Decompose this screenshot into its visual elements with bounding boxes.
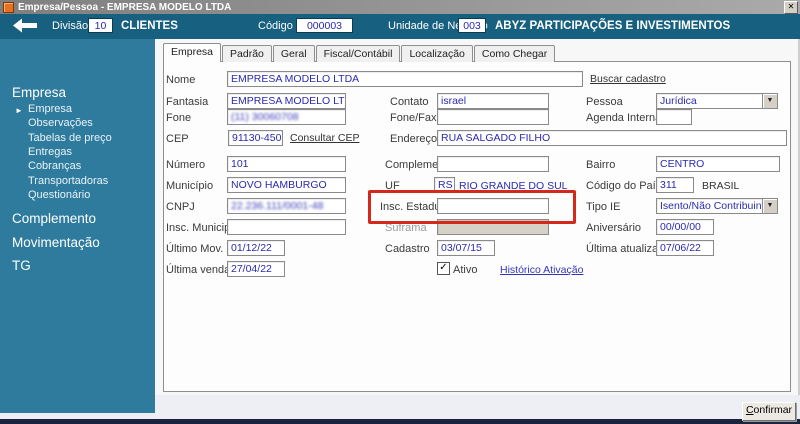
endereco-label: Endereço — [390, 133, 438, 145]
active-item-arrow-icon: ► — [15, 106, 23, 115]
confirmar-label: Confirmar — [745, 404, 793, 416]
divisao-field[interactable]: 10 — [88, 18, 113, 33]
buscar-cadastro-link[interactable]: Buscar cadastro — [590, 73, 666, 85]
agenda-interna-label: Agenda Interna — [586, 112, 662, 124]
footer-strip — [155, 395, 800, 419]
tab-geral[interactable]: Geral — [272, 45, 315, 62]
insc-municipal-field[interactable] — [227, 219, 346, 235]
window-bottom-edge — [0, 419, 800, 424]
sidebar-item-tabelas-de-preco[interactable]: Tabelas de preço — [28, 132, 112, 144]
app-icon — [3, 1, 14, 13]
cnpj-value-redacted: 22.236.111/0001-48 — [231, 200, 324, 212]
sidebar-group-tg[interactable]: TG — [12, 258, 31, 273]
codigo-pais-name-text: BRASIL — [702, 180, 740, 192]
sidebar-group-empresa[interactable]: Empresa — [12, 85, 66, 100]
consultar-cep-link[interactable]: Consultar CEP — [290, 132, 359, 144]
contato-field[interactable]: israel — [437, 93, 549, 109]
numero-field[interactable]: 101 — [227, 156, 346, 172]
numero-label: Número — [166, 159, 206, 171]
municipio-label: Município — [166, 180, 214, 192]
unidade-negocio-field[interactable]: 003 — [458, 18, 486, 33]
cep-field[interactable]: 91130-450 — [228, 130, 283, 146]
nome-field[interactable]: EMPRESA MODELO LTDA — [227, 71, 583, 87]
sidebar-item-transportadoras[interactable]: Transportadoras — [28, 175, 108, 187]
codigo-pais-field[interactable]: 311 — [656, 177, 694, 193]
tab-localizacao[interactable]: Localização — [401, 45, 473, 62]
pessoa-label: Pessoa — [586, 96, 623, 108]
ultima-atualizacao-field[interactable]: 07/06/22 — [656, 240, 714, 256]
fantasia-label: Fantasia — [166, 96, 209, 108]
bairro-field[interactable]: CENTRO — [656, 156, 780, 172]
sidebar-group-movimentacao[interactable]: Movimentação — [12, 235, 100, 250]
divisao-label: Divisão — [52, 20, 89, 32]
municipio-field[interactable]: NOVO HAMBURGO — [227, 177, 346, 193]
tipo-ie-value: Isento/Não Contribuinte — [660, 200, 771, 212]
ultima-venda-field[interactable]: 27/04/22 — [227, 261, 285, 277]
sidebar-item-questionario[interactable]: Questionário — [28, 189, 90, 201]
fone-fax-label: Fone/Fax — [390, 112, 437, 124]
window-title: Empresa/Pessoa - EMPRESA MODELO LTDA — [18, 1, 232, 13]
fone-value-redacted: (11) 30060708 — [231, 111, 299, 123]
ativo-checkbox[interactable]: ✓ — [437, 262, 450, 275]
cnpj-field[interactable]: 22.236.111/0001-48 — [227, 198, 346, 214]
sidebar-item-empresa[interactable]: Empresa — [28, 103, 72, 115]
tab-padrao[interactable]: Padrão — [222, 45, 272, 62]
aniversario-label: Aniversário — [586, 222, 642, 234]
chevron-down-icon[interactable]: ▼ — [762, 94, 777, 108]
fone-field[interactable]: (11) 30060708 — [227, 109, 346, 125]
fone-fax-field[interactable] — [437, 109, 549, 125]
sidebar-item-entregas[interactable]: Entregas — [28, 146, 72, 158]
ativo-label: Ativo — [453, 264, 478, 276]
insc-estadual-highlight — [368, 190, 576, 224]
tipo-ie-dropdown[interactable]: Isento/Não Contribuinte ▼ — [656, 198, 778, 214]
agenda-interna-field[interactable] — [656, 109, 692, 125]
tab-strip: Empresa Padrão Geral Fiscal/Contábil Loc… — [163, 43, 556, 62]
sidebar-item-cobrancas[interactable]: Cobranças — [28, 160, 81, 172]
app-window: Empresa/Pessoa - EMPRESA MODELO LTDA ✕ D… — [0, 0, 800, 424]
tab-fiscal-contabil[interactable]: Fiscal/Contábil — [315, 45, 401, 62]
tipo-ie-label: Tipo IE — [586, 201, 621, 213]
chevron-down-icon[interactable]: ▼ — [762, 199, 777, 213]
cnpj-label: CNPJ — [166, 201, 195, 213]
codigo-label: Código — [258, 20, 293, 32]
pessoa-dropdown[interactable]: Jurídica ▼ — [656, 93, 778, 109]
nome-label: Nome — [166, 74, 196, 86]
sidebar-item-observacoes[interactable]: Observações — [28, 117, 93, 129]
pessoa-value: Jurídica — [660, 95, 697, 107]
ultimo-mov-fin-field[interactable]: 01/12/22 — [227, 240, 285, 256]
aniversario-field[interactable]: 00/00/00 — [656, 219, 714, 235]
confirmar-button[interactable]: Confirmar — [742, 402, 796, 421]
sidebar: Empresa ► Empresa Observações Tabelas de… — [0, 39, 155, 413]
tab-empresa[interactable]: Empresa — [163, 43, 222, 62]
codigo-field[interactable]: 000003 — [296, 18, 353, 33]
historico-ativacao-link[interactable]: Histórico Ativação — [500, 264, 583, 276]
cadastro-field[interactable]: 03/07/15 — [437, 240, 495, 256]
complemento-field[interactable] — [437, 156, 549, 172]
fantasia-field[interactable]: EMPRESA MODELO LTDA — [227, 93, 346, 109]
cep-label: CEP — [166, 133, 189, 145]
unidade-negocio-name: ABYZ PARTICIPAÇÕES E INVESTIMENTOS — [495, 20, 731, 32]
bairro-label: Bairro — [586, 159, 616, 171]
endereco-field[interactable]: RUA SALGADO FILHO — [437, 130, 787, 146]
cadastro-label: Cadastro — [385, 243, 430, 255]
title-bar: Empresa/Pessoa - EMPRESA MODELO LTDA ✕ — [0, 0, 800, 14]
tab-como-chegar[interactable]: Como Chegar — [473, 45, 556, 62]
fone-label: Fone — [166, 112, 192, 124]
sidebar-group-complemento[interactable]: Complemento — [12, 211, 96, 226]
close-icon[interactable]: ✕ — [784, 1, 798, 14]
contato-label: Contato — [390, 96, 429, 108]
divisao-name: CLIENTES — [121, 20, 178, 32]
back-arrow-icon[interactable] — [13, 18, 37, 33]
codigo-pais-label: Código do País — [586, 180, 662, 192]
ultima-venda-label: Última venda — [166, 264, 231, 276]
